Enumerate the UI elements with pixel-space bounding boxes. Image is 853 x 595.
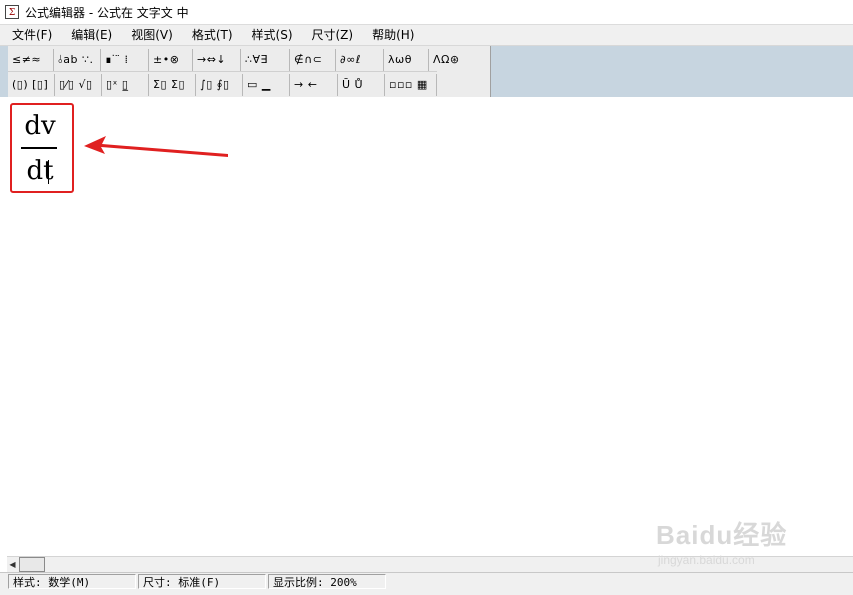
fence-templates-button[interactable]: (▯) [▯] — [8, 73, 55, 96]
integral-templates-button[interactable]: ∫▯ ∮▯ — [196, 73, 243, 96]
summation-templates-button[interactable]: Σ▯ Σ▯ — [149, 73, 196, 96]
menu-size[interactable]: 尺寸(Z) — [300, 25, 361, 45]
misc-symbols-button[interactable]: ∂∞ℓ — [336, 48, 384, 71]
menu-format[interactable]: 格式(T) — [180, 25, 240, 45]
matrix-templates-button[interactable]: ▫▫▫ ▦ — [385, 73, 437, 96]
symbol-palette-row: ≤≠≈ ⫰ab ∵. ∎ ̇ ̈ ⁞ ±•⊗ →⇔↓ ∴∀∃ ∉∩⊂ ∂∞ℓ λ… — [8, 47, 481, 72]
subscript-superscript-templates-button[interactable]: ▯ˣ ▯̲ — [102, 73, 149, 96]
menu-style[interactable]: 样式(S) — [240, 25, 300, 45]
relational-symbols-button[interactable]: ≤≠≈ — [8, 48, 54, 71]
toolbar-area: ≤≠≈ ⫰ab ∵. ∎ ̇ ̈ ⁞ ±•⊗ →⇔↓ ∴∀∃ ∉∩⊂ ∂∞ℓ λ… — [0, 46, 853, 97]
equation-canvas[interactable] — [0, 97, 853, 555]
status-size: 尺寸: 标准(F) — [138, 574, 266, 589]
menu-edit[interactable]: 编辑(E) — [59, 25, 119, 45]
products-set-templates-button[interactable]: Ū Ů — [338, 73, 385, 96]
menu-file[interactable]: 文件(F) — [0, 25, 59, 45]
menu-view[interactable]: 视图(V) — [119, 25, 180, 45]
status-style: 样式: 数学(M) — [8, 574, 136, 589]
spaces-ellipses-button[interactable]: ⫰ab ∵. — [54, 48, 101, 71]
window-title: 公式编辑器 - 公式在 文字文 中 — [25, 5, 189, 20]
status-bar: 样式: 数学(M) 尺寸: 标准(F) 显示比例: 200% — [0, 572, 853, 595]
fraction-bar — [21, 147, 57, 149]
labeled-arrow-templates-button[interactable]: → ← — [290, 73, 338, 96]
fraction-numerator[interactable]: dv — [22, 110, 58, 142]
equation-toolbar: ≤≠≈ ⫰ab ∵. ∎ ̇ ̈ ⁞ ±•⊗ →⇔↓ ∴∀∃ ∉∩⊂ ∂∞ℓ λ… — [8, 46, 491, 97]
template-palette-row: (▯) [▯] ▯⁄▯ √▯ ▯ˣ ▯̲ Σ▯ Σ▯ ∫▯ ∮▯ ▭ ▁ → ←… — [8, 71, 437, 97]
greek-uppercase-button[interactable]: ΛΩ⊛ — [429, 49, 481, 71]
baidu-watermark: Baidu经验 jingyan.baidu.com — [654, 515, 804, 575]
arrow-symbols-button[interactable]: →⇔↓ — [193, 48, 241, 71]
formula-editor-icon[interactable]: Σ — [5, 5, 19, 19]
greek-lowercase-button[interactable]: λωθ — [384, 48, 429, 71]
watermark-url: jingyan.baidu.com — [658, 553, 755, 567]
text-caret — [48, 160, 49, 184]
watermark-logo: Baidu经验 — [656, 520, 788, 550]
logical-symbols-button[interactable]: ∴∀∃ — [241, 48, 290, 71]
menu-bar: 文件(F) 编辑(E) 视图(V) 格式(T) 样式(S) 尺寸(Z) 帮助(H… — [0, 25, 853, 46]
arrow-head — [84, 136, 228, 157]
embellishments-button[interactable]: ∎ ̇ ̈ ⁞ — [101, 48, 149, 71]
set-theory-symbols-button[interactable]: ∉∩⊂ — [290, 48, 336, 71]
fraction-denominator[interactable]: dt — [22, 155, 58, 187]
menu-help[interactable]: 帮助(H) — [360, 25, 421, 45]
status-zoom: 显示比例: 200% — [268, 574, 386, 589]
underbar-overbar-templates-button[interactable]: ▭ ▁ — [243, 73, 290, 96]
red-arrow-icon — [84, 136, 228, 157]
operator-symbols-button[interactable]: ±•⊗ — [149, 48, 193, 71]
fraction-radical-templates-button[interactable]: ▯⁄▯ √▯ — [55, 73, 102, 96]
scroll-left-icon[interactable]: ◀ — [7, 557, 18, 573]
scroll-thumb[interactable] — [19, 557, 45, 572]
title-bar: Σ 公式编辑器 - 公式在 文字文 中 — [0, 0, 853, 25]
